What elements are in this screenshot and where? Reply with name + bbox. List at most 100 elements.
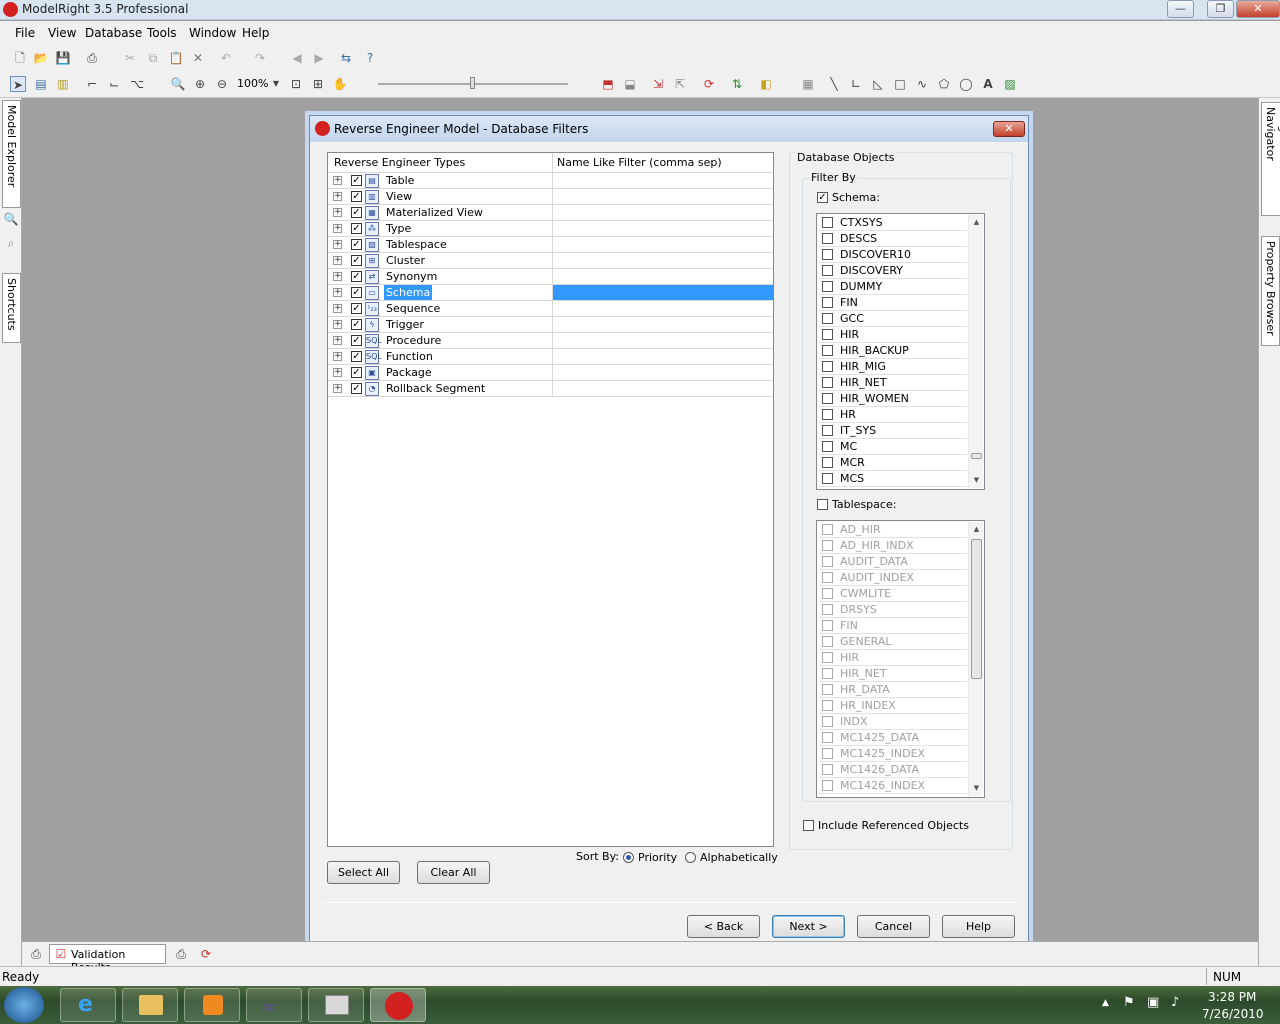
schema-list-item[interactable]: IT_SYS bbox=[819, 423, 967, 439]
tablespace-list-item[interactable]: MC1425_DATA bbox=[819, 730, 967, 746]
grid-row[interactable]: + ✓ ▦ Materialized View bbox=[328, 205, 773, 221]
tablespace-list-item[interactable]: MC1426_INDEX bbox=[819, 778, 967, 794]
schema-scroll-thumb[interactable] bbox=[971, 453, 982, 459]
forward-nav-icon[interactable]: ▶ bbox=[311, 50, 327, 66]
find-icon[interactable]: 🔍 bbox=[3, 211, 19, 227]
list-item-checkbox[interactable] bbox=[822, 313, 833, 324]
clock-date[interactable]: 7/26/2010 bbox=[1202, 1007, 1264, 1021]
cancel-button[interactable]: Cancel bbox=[857, 915, 930, 938]
cut-icon[interactable]: ✂ bbox=[122, 50, 138, 66]
expand-icon[interactable]: + bbox=[333, 176, 342, 185]
sort-priority-label[interactable]: Priority bbox=[638, 851, 677, 864]
tablespace-scrollbar[interactable]: ▲ ▼ bbox=[968, 522, 983, 796]
help-button[interactable]: Help bbox=[942, 915, 1015, 938]
expand-icon[interactable]: + bbox=[333, 272, 342, 281]
schema-list-item[interactable]: DISCOVER10 bbox=[819, 247, 967, 263]
scroll-up-icon[interactable]: ▲ bbox=[969, 522, 984, 537]
distribute-icon[interactable]: ⇱ bbox=[672, 76, 688, 92]
tablespace-list-item[interactable]: HR_DATA bbox=[819, 682, 967, 698]
sort-priority-radio[interactable] bbox=[623, 852, 634, 863]
menu-window[interactable]: Window bbox=[189, 26, 236, 40]
image-tool-icon[interactable]: ▨ bbox=[1002, 76, 1018, 92]
expand-icon[interactable]: + bbox=[333, 352, 342, 361]
grid-row[interactable]: + ✓ ▤ Table bbox=[328, 173, 773, 189]
schema-list-item[interactable]: DISCOVERY bbox=[819, 263, 967, 279]
list-item-checkbox[interactable] bbox=[822, 377, 833, 388]
grid-row[interactable]: + ✓ ▭ Schema bbox=[328, 285, 773, 301]
back-button[interactable]: < Back bbox=[687, 915, 760, 938]
row-checkbox[interactable]: ✓ bbox=[351, 383, 362, 394]
close-window-button[interactable]: ✕ bbox=[1236, 0, 1280, 18]
volume-icon[interactable]: ♪ bbox=[1171, 995, 1179, 1010]
list-item-checkbox[interactable] bbox=[822, 700, 833, 711]
scroll-up-icon[interactable]: ▲ bbox=[969, 215, 984, 230]
color-icon[interactable]: ◧ bbox=[758, 76, 774, 92]
name-filter-cell[interactable] bbox=[552, 205, 773, 220]
back-nav-icon[interactable]: ◀ bbox=[289, 50, 305, 66]
schema-list-item[interactable]: HIR_NET bbox=[819, 375, 967, 391]
grid-row[interactable]: + ✓ SQL Procedure bbox=[328, 333, 773, 349]
next-button[interactable]: Next > bbox=[772, 915, 845, 938]
schema-list-item[interactable]: HR bbox=[819, 407, 967, 423]
tab-diagram-navigator[interactable]: Diagram Navigator bbox=[1261, 102, 1280, 216]
list-item-checkbox[interactable] bbox=[822, 780, 833, 791]
list-item-checkbox[interactable] bbox=[822, 572, 833, 583]
schema-list-item[interactable]: HIR bbox=[819, 327, 967, 343]
tablespace-list-item[interactable]: INDX bbox=[819, 714, 967, 730]
schema-list-item[interactable]: MCR bbox=[819, 455, 967, 471]
row-checkbox[interactable]: ✓ bbox=[351, 303, 362, 314]
grid-row[interactable]: + ✓ ¹₂₃ Sequence bbox=[328, 301, 773, 317]
tablespace-list-item[interactable]: HIR bbox=[819, 650, 967, 666]
name-filter-cell[interactable] bbox=[552, 381, 773, 396]
row-checkbox[interactable]: ✓ bbox=[351, 287, 362, 298]
name-filter-cell[interactable] bbox=[552, 365, 773, 380]
list-item-checkbox[interactable] bbox=[822, 716, 833, 727]
redo-icon[interactable]: ↷ bbox=[252, 50, 268, 66]
dialog-close-button[interactable]: ✕ bbox=[993, 121, 1025, 137]
table-tool-icon[interactable]: ▤ bbox=[33, 76, 49, 92]
visual-studio-taskbar-icon[interactable]: ∞ bbox=[246, 988, 302, 1022]
grid-row[interactable]: + ✓ ▧ Tablespace bbox=[328, 237, 773, 253]
name-filter-cell[interactable] bbox=[552, 173, 773, 188]
list-item-checkbox[interactable] bbox=[822, 345, 833, 356]
row-checkbox[interactable]: ✓ bbox=[351, 239, 362, 250]
schema-list-item[interactable]: FIN bbox=[819, 295, 967, 311]
start-button[interactable] bbox=[4, 987, 44, 1023]
script-icon[interactable]: ⟳ bbox=[198, 946, 214, 962]
print-icon[interactable]: ⎙ bbox=[84, 50, 100, 66]
list-item-checkbox[interactable] bbox=[822, 588, 833, 599]
list-item-checkbox[interactable] bbox=[822, 217, 833, 228]
polygon-tool-icon[interactable]: ⬠ bbox=[936, 76, 952, 92]
list-item-checkbox[interactable] bbox=[822, 249, 833, 260]
align-icon[interactable]: ⇲ bbox=[650, 76, 666, 92]
name-filter-cell[interactable] bbox=[552, 349, 773, 364]
expand-icon[interactable]: + bbox=[333, 320, 342, 329]
tablespace-scroll-thumb[interactable] bbox=[971, 539, 982, 679]
row-checkbox[interactable]: ✓ bbox=[351, 207, 362, 218]
open-icon[interactable]: 📂 bbox=[33, 50, 49, 66]
include-referenced-checkbox[interactable] bbox=[803, 820, 814, 831]
name-filter-cell[interactable] bbox=[552, 333, 773, 348]
row-checkbox[interactable]: ✓ bbox=[351, 255, 362, 266]
line-tool-icon[interactable]: ╲ bbox=[826, 76, 842, 92]
name-filter-cell[interactable] bbox=[552, 221, 773, 236]
menu-help[interactable]: Help bbox=[242, 26, 269, 40]
sort-alphabetically-label[interactable]: Alphabetically bbox=[700, 851, 778, 864]
list-item-checkbox[interactable] bbox=[822, 540, 833, 551]
bring-front-icon[interactable]: ⬒ bbox=[600, 76, 616, 92]
relationship-nonid-icon[interactable]: ⌙ bbox=[106, 76, 122, 92]
grid-row[interactable]: + ✓ ⊞ Cluster bbox=[328, 253, 773, 269]
expand-icon[interactable]: + bbox=[333, 304, 342, 313]
schema-list-item[interactable]: MCS bbox=[819, 471, 967, 487]
schema-list-item[interactable]: DESCS bbox=[819, 231, 967, 247]
name-filter-cell[interactable] bbox=[552, 189, 773, 204]
list-item-checkbox[interactable] bbox=[822, 409, 833, 420]
ellipse-tool-icon[interactable]: ◯ bbox=[958, 76, 974, 92]
clock-time[interactable]: 3:28 PM bbox=[1208, 990, 1256, 1004]
expand-icon[interactable]: + bbox=[333, 224, 342, 233]
list-item-checkbox[interactable] bbox=[822, 441, 833, 452]
list-item-checkbox[interactable] bbox=[822, 668, 833, 679]
clear-all-button[interactable]: Clear All bbox=[417, 861, 490, 884]
restore-button[interactable]: ❐ bbox=[1207, 0, 1234, 18]
compare-icon[interactable]: ⇅ bbox=[729, 76, 745, 92]
